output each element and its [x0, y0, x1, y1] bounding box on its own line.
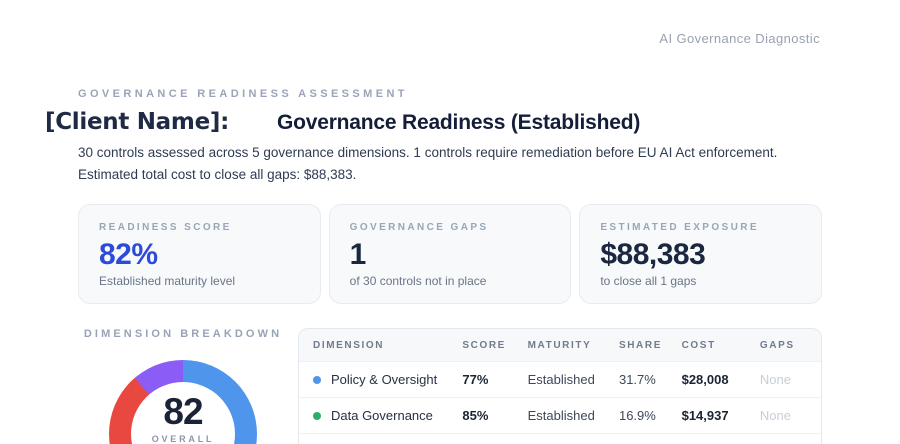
- dimension-name: Policy & Oversight: [331, 372, 438, 387]
- cost-cell: $28,008: [669, 361, 748, 398]
- score-cell: 77%: [450, 361, 516, 398]
- estimated-exposure-value: $88,383: [600, 238, 706, 271]
- maturity-cell: Established: [515, 433, 607, 444]
- column-header: GAPS: [747, 329, 821, 362]
- column-header: MATURITY: [515, 329, 607, 362]
- cost-cell: $15,560: [669, 433, 748, 444]
- top-header: AI Governance Diagnostic: [0, 0, 900, 48]
- stat-subtext: to close all 1 gaps: [600, 274, 697, 288]
- stat-subtext: of 30 controls not in place: [349, 274, 487, 288]
- dimension-color-dot: [313, 375, 321, 384]
- stat-label: ESTIMATED EXPOSURE: [600, 222, 759, 233]
- score-cell: 85%: [450, 397, 516, 434]
- client-name: [Client Name]:: [45, 109, 229, 135]
- estimated-exposure-card: ESTIMATED EXPOSURE $88,383 to close all …: [579, 204, 823, 304]
- dimension-cell: Policy & Oversight: [313, 372, 438, 387]
- dimension-table-panel: DIMENSION SCORE MATURITY SHARE COST GAPS Poli…: [298, 328, 822, 444]
- readiness-score-value: 82%: [99, 238, 158, 271]
- table-row: Operational Readiness88%Established17.6%…: [299, 433, 821, 444]
- overall-label: OVERALL: [151, 434, 215, 444]
- dimension-breakdown-label: DIMENSION BREAKDOWN: [83, 328, 283, 340]
- column-header: DIMENSION: [299, 329, 451, 362]
- column-header: SCORE: [450, 329, 516, 362]
- maturity-cell: Established: [515, 397, 607, 434]
- dimension-color-dot: [313, 411, 321, 420]
- bottom-section: DIMENSION BREAKDOWN 82 OVERALL Establish…: [78, 328, 822, 444]
- stat-subtext: Established maturity level: [99, 274, 236, 288]
- gaps-cell: None: [747, 433, 821, 444]
- gaps-cell: None: [747, 361, 821, 398]
- dimension-name: Data Governance: [331, 408, 433, 423]
- column-header: COST: [669, 329, 748, 362]
- maturity-cell: Established: [515, 361, 607, 398]
- table-header-row: DIMENSION SCORE MATURITY SHARE COST GAPS: [299, 329, 821, 362]
- summary-text: 30 controls assessed across 5 governance…: [78, 145, 778, 182]
- stat-label: READINESS SCORE: [99, 222, 232, 233]
- dimension-donut-chart: 82 OVERALL Established: [109, 360, 257, 444]
- share-cell: 16.9%: [606, 397, 670, 434]
- score-cell: 88%: [450, 433, 516, 444]
- app-title: AI Governance Diagnostic: [659, 31, 820, 46]
- gaps-cell: None: [747, 397, 821, 434]
- table-row: Policy & Oversight 77% Established 31.7% $28…: [299, 361, 821, 398]
- share-cell: 31.7%: [606, 361, 670, 398]
- governance-gaps-value: 1: [349, 238, 367, 271]
- page-title: Governance Readiness (Established): [276, 111, 641, 134]
- stat-label: GOVERNANCE GAPS: [349, 222, 489, 233]
- governance-gaps-card: GOVERNANCE GAPS 1 of 30 controls not in …: [328, 204, 572, 304]
- dimension-table: DIMENSION SCORE MATURITY SHARE COST GAPS Poli…: [299, 329, 821, 444]
- dimension-cell: Data Governance: [313, 408, 438, 423]
- main-content: GOVERNANCE READINESS ASSESSMENT [Client …: [0, 88, 900, 444]
- column-header: SHARE: [606, 329, 670, 362]
- overall-score: 82: [163, 391, 203, 432]
- dimension-breakdown-panel: DIMENSION BREAKDOWN 82 OVERALL Establish…: [78, 328, 288, 444]
- share-cell: 17.6%: [606, 433, 670, 444]
- table-row: Data Governance 85% Established 16.9% $14,93…: [299, 397, 821, 434]
- stat-cards-row: READINESS SCORE 82% Established maturity…: [78, 204, 823, 304]
- dimension-table-card: DIMENSION SCORE MATURITY SHARE COST GAPS Poli…: [298, 328, 822, 444]
- readiness-score-card: READINESS SCORE 82% Established maturity…: [78, 204, 321, 304]
- cost-cell: $14,937: [669, 397, 748, 434]
- title-row: [Client Name]: Governance Readiness (Est…: [45, 109, 822, 135]
- eyebrow-label: GOVERNANCE READINESS ASSESSMENT: [78, 88, 408, 100]
